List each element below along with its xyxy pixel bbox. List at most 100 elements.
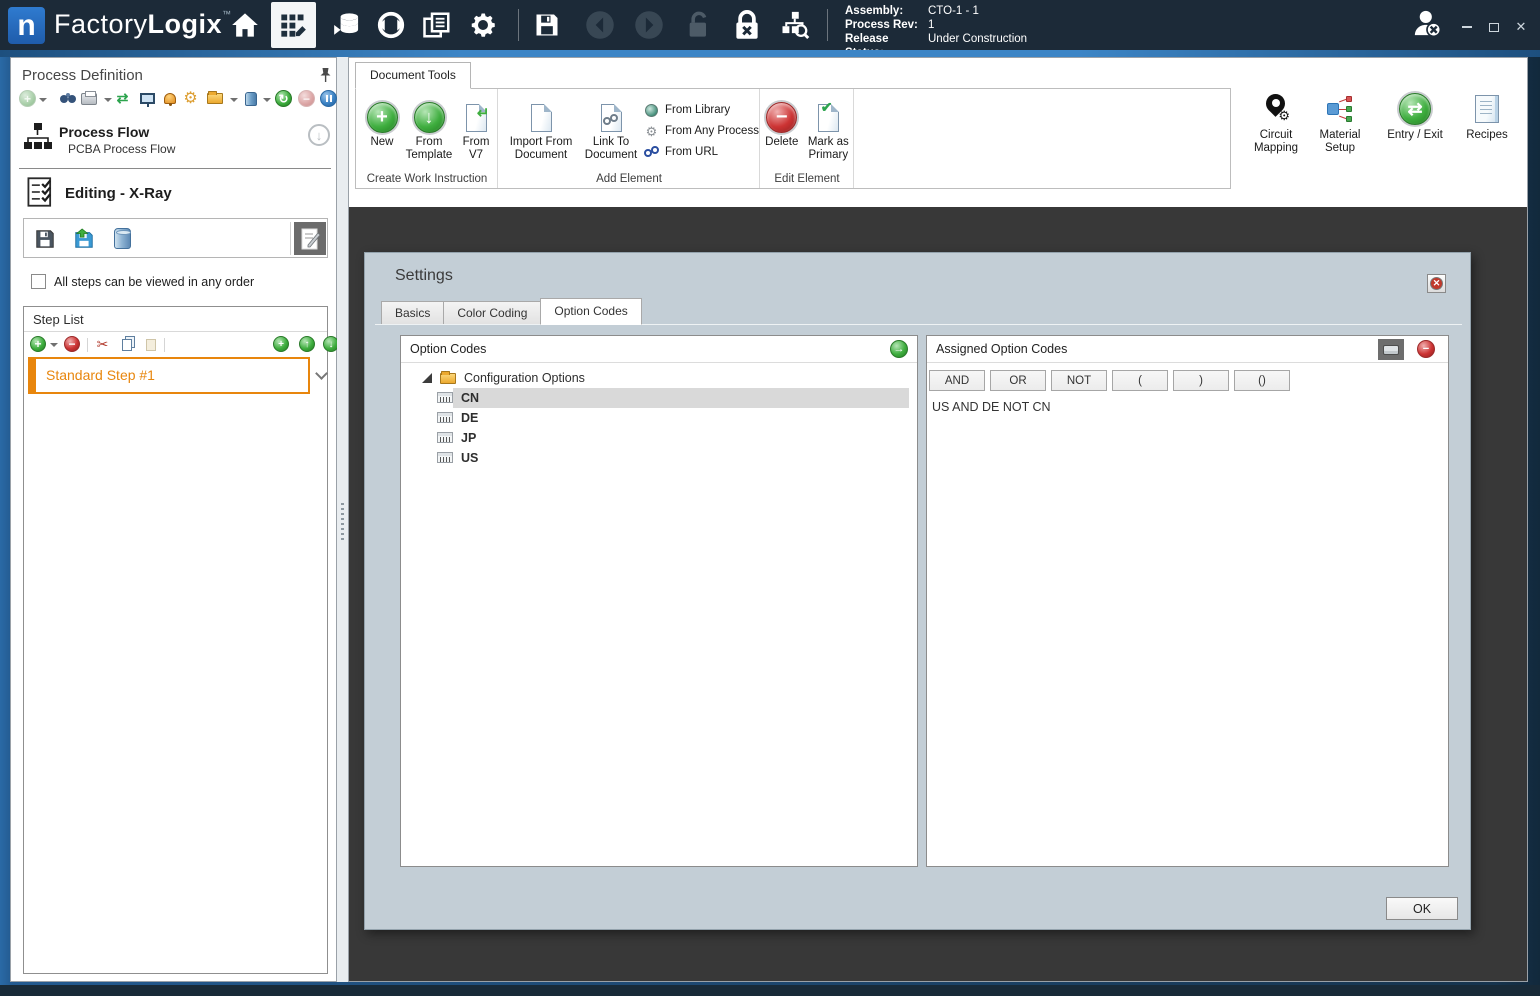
- tree-row-jp[interactable]: JP: [401, 428, 917, 448]
- delete-step-button[interactable]: [105, 222, 140, 255]
- tree-row-de[interactable]: DE: [401, 408, 917, 428]
- from-v7-label: From V7: [462, 136, 490, 161]
- refresh-icon[interactable]: ↻: [275, 90, 292, 107]
- settings-dialog: Settings ✕ Basics Color Coding Option Co…: [364, 252, 1471, 930]
- from-any-process-button[interactable]: ⚙ From Any Process: [644, 124, 759, 138]
- divider: [19, 168, 331, 169]
- bin-dropdown-icon[interactable]: [263, 98, 271, 102]
- gear-icon[interactable]: ⚙: [182, 90, 199, 107]
- bell-icon[interactable]: [161, 90, 178, 107]
- remove-step-icon[interactable]: −: [64, 336, 80, 352]
- new-label: New: [370, 136, 394, 148]
- sync-icon[interactable]: [374, 10, 408, 40]
- remove-assigned-icon[interactable]: −: [1417, 340, 1435, 358]
- tab-option-codes[interactable]: Option Codes: [540, 298, 642, 325]
- find-icon[interactable]: [55, 90, 72, 107]
- minimize-glyph: [1462, 26, 1472, 28]
- close-glyph: ✕: [1515, 19, 1527, 34]
- ribbon-filler: [854, 89, 1230, 188]
- cut-icon[interactable]: ✂: [94, 336, 111, 353]
- paren-pair-button[interactable]: (): [1234, 370, 1290, 391]
- panel-splitter[interactable]: [337, 57, 348, 982]
- add-step-icon[interactable]: +: [30, 336, 46, 352]
- from-url-button[interactable]: From URL: [644, 145, 759, 159]
- add-icon[interactable]: +: [19, 90, 36, 107]
- not-button[interactable]: NOT: [1051, 370, 1107, 391]
- keyboard-entry-button[interactable]: [1378, 339, 1404, 360]
- tab-document-tools[interactable]: Document Tools: [355, 62, 471, 89]
- process-rev-row: Process Rev: 1: [845, 18, 1027, 32]
- maximize-button[interactable]: [1482, 18, 1506, 36]
- process-definition-icon[interactable]: [276, 10, 310, 40]
- material-setup-icon: [1327, 89, 1353, 129]
- tab-color-coding[interactable]: Color Coding: [443, 301, 542, 325]
- main-area: Document Tools + New ↓ From Template ↵ F…: [348, 57, 1528, 982]
- bin-icon[interactable]: [242, 90, 259, 107]
- close-button[interactable]: ✕: [1509, 18, 1533, 36]
- add-dropdown-icon[interactable]: [39, 98, 47, 102]
- add-option-code-icon[interactable]: →: [890, 340, 908, 358]
- minimize-button[interactable]: [1455, 18, 1479, 36]
- dialog-close-button[interactable]: ✕: [1427, 274, 1446, 293]
- process-flow-title: Process Flow: [59, 124, 150, 140]
- and-button[interactable]: AND: [929, 370, 985, 391]
- tree-row-us[interactable]: US: [401, 448, 917, 468]
- mark-as-primary-label: Mark as Primary: [807, 136, 849, 161]
- swap-icon[interactable]: ⇄: [114, 90, 131, 107]
- from-library-icon: [644, 103, 659, 117]
- from-library-button[interactable]: From Library: [644, 103, 759, 117]
- presentation-icon[interactable]: [139, 90, 156, 107]
- process-search-icon[interactable]: [778, 10, 812, 40]
- circuit-mapping-button[interactable]: ⚙ Circuit Mapping: [1244, 89, 1308, 155]
- pause-icon[interactable]: [320, 90, 337, 107]
- tree-row-cn[interactable]: CN: [401, 388, 917, 408]
- step-list-title: Step List: [33, 312, 84, 327]
- remove-icon[interactable]: −: [298, 90, 315, 107]
- link-to-document-label: Link To Document: [584, 136, 638, 161]
- print-icon[interactable]: [80, 90, 97, 107]
- recipes-button[interactable]: Recipes: [1458, 89, 1516, 142]
- pin-icon[interactable]: [319, 67, 332, 88]
- entry-exit-icon: ⇄: [1399, 89, 1431, 129]
- production-icon[interactable]: [330, 10, 364, 40]
- export-dropdown-icon[interactable]: [230, 98, 238, 102]
- unlock-icon[interactable]: [682, 10, 716, 40]
- or-button[interactable]: OR: [990, 370, 1046, 391]
- home-icon[interactable]: [228, 10, 262, 40]
- lock-close-icon[interactable]: [730, 10, 764, 40]
- add-step-dropdown-icon[interactable]: [50, 343, 58, 347]
- save-icon[interactable]: [530, 10, 564, 40]
- paste-icon[interactable]: [142, 336, 159, 353]
- ribbon-right-items: ⚙ Circuit Mapping Material Setup ⇄ Entry…: [1244, 89, 1516, 155]
- print-dropdown-icon[interactable]: [104, 98, 112, 102]
- open-paren-button[interactable]: (: [1112, 370, 1168, 391]
- logout-user-icon[interactable]: [1410, 8, 1444, 38]
- tab-basics[interactable]: Basics: [381, 301, 445, 325]
- tree-expander-icon[interactable]: [422, 373, 432, 383]
- step-list-item[interactable]: Standard Step #1: [28, 357, 310, 394]
- material-setup-button[interactable]: Material Setup: [1308, 89, 1372, 155]
- process-rev-value: 1: [928, 19, 935, 31]
- bell-glyph: [163, 93, 176, 106]
- settings-gear-icon[interactable]: [466, 10, 500, 40]
- any-order-checkbox[interactable]: [31, 274, 46, 289]
- option-code-icon: [437, 452, 453, 463]
- reports-icon[interactable]: [420, 10, 454, 40]
- ok-button[interactable]: OK: [1386, 897, 1458, 920]
- entry-exit-button[interactable]: ⇄ Entry / Exit: [1372, 89, 1458, 142]
- forward-icon[interactable]: [632, 10, 666, 40]
- back-icon[interactable]: [583, 10, 617, 40]
- recipes-icon: [1475, 89, 1499, 129]
- move-up-icon[interactable]: ↑: [299, 336, 315, 352]
- copy-icon[interactable]: [118, 336, 135, 353]
- close-paren-button[interactable]: ): [1173, 370, 1229, 391]
- export-folder-icon[interactable]: [206, 90, 223, 107]
- ribbon: Document Tools + New ↓ From Template ↵ F…: [349, 58, 1527, 207]
- step-expand-chevron-icon[interactable]: [315, 367, 328, 380]
- edit-document-button[interactable]: [294, 222, 326, 255]
- import-step-button[interactable]: [66, 222, 101, 255]
- collapse-down-icon[interactable]: ↓: [308, 124, 330, 146]
- zoom-step-icon[interactable]: +: [273, 336, 289, 352]
- save-step-button[interactable]: [27, 222, 62, 255]
- tree-root-row[interactable]: Configuration Options: [401, 368, 917, 388]
